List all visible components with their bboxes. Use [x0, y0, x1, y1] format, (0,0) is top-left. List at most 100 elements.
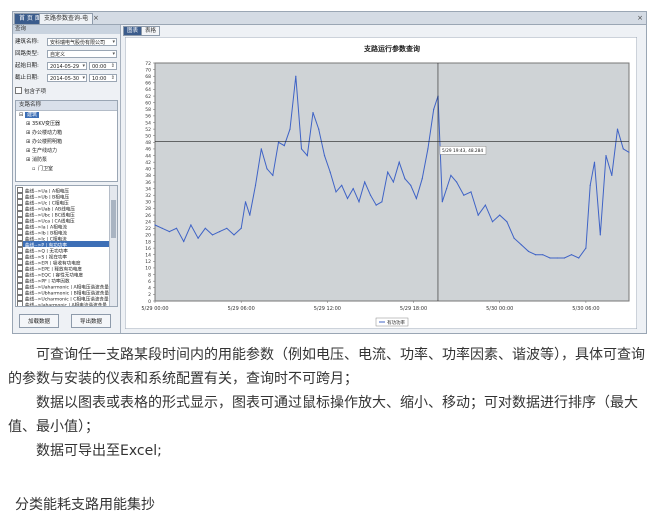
data-point [161, 227, 163, 229]
data-point [611, 174, 613, 176]
x-tick-label: 5/30 06:00 [572, 306, 599, 312]
y-tick-label: 70 [145, 67, 151, 73]
end-time-input[interactable]: 10:00 ⇕ [89, 74, 117, 82]
section-heading: 分类能耗支路用能集抄 [15, 497, 155, 513]
tree-node[interactable]: ⊞ 35KV变压器 [26, 121, 60, 128]
data-point [323, 155, 326, 157]
data-point [599, 234, 601, 236]
include-children-checkbox[interactable]: 包含子项 [15, 87, 46, 97]
data-point [300, 148, 303, 150]
end-date-row: 截止日期: 2014-05-30 ▾ 10:00 ⇕ [15, 73, 119, 83]
tab-table[interactable]: 表格 [141, 26, 161, 36]
start-date-input[interactable]: 2014-05-29 ▾ [47, 62, 87, 70]
close-tab-icon[interactable]: × [93, 13, 99, 23]
tree-node[interactable]: ⊞ 办公楼照明箱 [26, 139, 62, 146]
description-paragraph: 数据可导出至Excel; [36, 443, 162, 459]
data-point [477, 214, 479, 216]
data-point [381, 201, 383, 203]
export-data-button[interactable]: 导出数据 [71, 314, 111, 328]
data-point [233, 234, 235, 236]
data-point [346, 197, 349, 200]
data-point [593, 161, 596, 163]
y-tick-label: 62 [145, 94, 151, 100]
x-tick-label: 5/29 12:00 [314, 306, 341, 312]
building-select[interactable]: 安科瑞电气股份有限公司 ▾ [47, 38, 117, 46]
parameter-list-scrollbar[interactable] [109, 186, 117, 306]
loop-type-select-value: 自定义 [50, 52, 66, 58]
data-point [197, 237, 199, 239]
data-point [352, 188, 354, 190]
tab-chart[interactable]: 图表 [123, 26, 143, 36]
branch-tree: 支路名称 ⊟ 建筑 ⊞ 35KV变压器 ⊞ 办公楼动力箱 ⊞ 办公楼照明箱 ⊞ 生产线动力… [15, 100, 118, 182]
end-date-input[interactable]: 2014-05-30 ▾ [47, 74, 87, 82]
y-tick-label: 58 [145, 107, 151, 113]
data-point [226, 227, 228, 229]
tab-branch-query[interactable]: 支路参数查询-电 [39, 13, 94, 24]
data-point [491, 221, 494, 223]
data-point [183, 240, 185, 243]
tree-node[interactable]: ⊞ 办公楼动力箱 [26, 130, 62, 137]
close-window-icon[interactable]: × [637, 12, 643, 24]
data-point [254, 184, 257, 186]
data-point [364, 181, 366, 183]
y-tick-label: 8 [148, 272, 151, 278]
tree-node-label: 消防泵 [32, 157, 48, 163]
data-point [168, 231, 170, 233]
data-point [211, 234, 214, 236]
data-point [312, 112, 314, 114]
y-tick-label: 32 [145, 193, 151, 199]
y-tick-label: 72 [145, 61, 151, 67]
data-point [535, 254, 537, 256]
building-row: 建筑名称: 安科瑞电气股份有限公司 ▾ [15, 37, 119, 47]
data-point [450, 174, 452, 176]
y-tick-label: 48 [145, 140, 151, 146]
data-point [375, 204, 377, 206]
app-window: 首 页 面 支路参数查询-电 × × 查询 建筑名称: 安科瑞电气股份有限公司 … [12, 11, 647, 334]
data-point [289, 128, 291, 130]
y-tick-label: 38 [145, 173, 151, 179]
start-time-value: 00:00 [92, 64, 107, 70]
start-time-input[interactable]: 00:00 ⇕ [89, 62, 117, 70]
y-tick-label: 10 [145, 266, 151, 272]
chevron-down-icon: ▾ [112, 51, 115, 57]
tree-node[interactable]: ▫ 门卫室 [32, 166, 53, 173]
y-tick-label: 4 [148, 286, 151, 292]
data-point [398, 161, 400, 163]
line-chart[interactable]: 支路运行参数查询02468101214161820222426283032343… [124, 36, 638, 330]
chevron-down-icon: ▾ [112, 39, 115, 45]
data-point [175, 227, 178, 229]
tree-node-root[interactable]: ⊟ 建筑 [19, 112, 40, 119]
loop-type-select[interactable]: 自定义 ▾ [47, 50, 117, 58]
data-point [272, 174, 274, 176]
y-tick-label: 12 [145, 259, 151, 265]
parameter-label: 曲线-->Iaharmonic | A相电流谐波含量 [25, 303, 107, 307]
data-point [556, 257, 558, 259]
spinner-icon: ⇕ [110, 63, 115, 69]
tree-node[interactable]: ⊞ 生产线动力 [26, 148, 57, 155]
crosshair-tooltip-text: 5/29 19:43, 48.284 [442, 148, 483, 154]
tree-node[interactable]: ⊞ 消防泵 [26, 157, 47, 164]
description-text: 可查询任一支路某段时间内的用能参数（例如电压、电流、功率、功率因素、谐波等），具… [8, 343, 653, 463]
data-point [433, 108, 435, 110]
data-point [589, 184, 591, 186]
data-point [585, 247, 587, 249]
data-point [154, 224, 156, 226]
chart-title: 支路运行参数查询 [363, 44, 420, 53]
query-panel-title: 查询 [13, 25, 120, 34]
tree-node-label: 建筑 [25, 112, 40, 118]
y-tick-label: 16 [145, 246, 151, 252]
legend-label: 有功功率 [387, 319, 405, 326]
data-point [427, 148, 429, 150]
load-data-button[interactable]: 加载数据 [19, 314, 59, 328]
data-point [190, 224, 192, 226]
y-tick-label: 52 [145, 127, 151, 133]
data-point [506, 221, 508, 223]
y-tick-label: 64 [145, 87, 151, 93]
parameter-list-item[interactable]: 曲线-->Iaharmonic | A相电流谐波含量 [17, 301, 109, 307]
y-tick-label: 2 [148, 292, 151, 298]
scrollbar-thumb[interactable] [111, 200, 116, 238]
y-tick-label: 6 [148, 279, 151, 285]
data-point [470, 191, 472, 193]
x-tick-label: 5/29 00:00 [141, 306, 168, 312]
chart-area: 图表 表格 支路运行参数查询 0 2 4 6 8 10 12 14 16 18 20 22 24 26 28 3… [121, 25, 646, 333]
